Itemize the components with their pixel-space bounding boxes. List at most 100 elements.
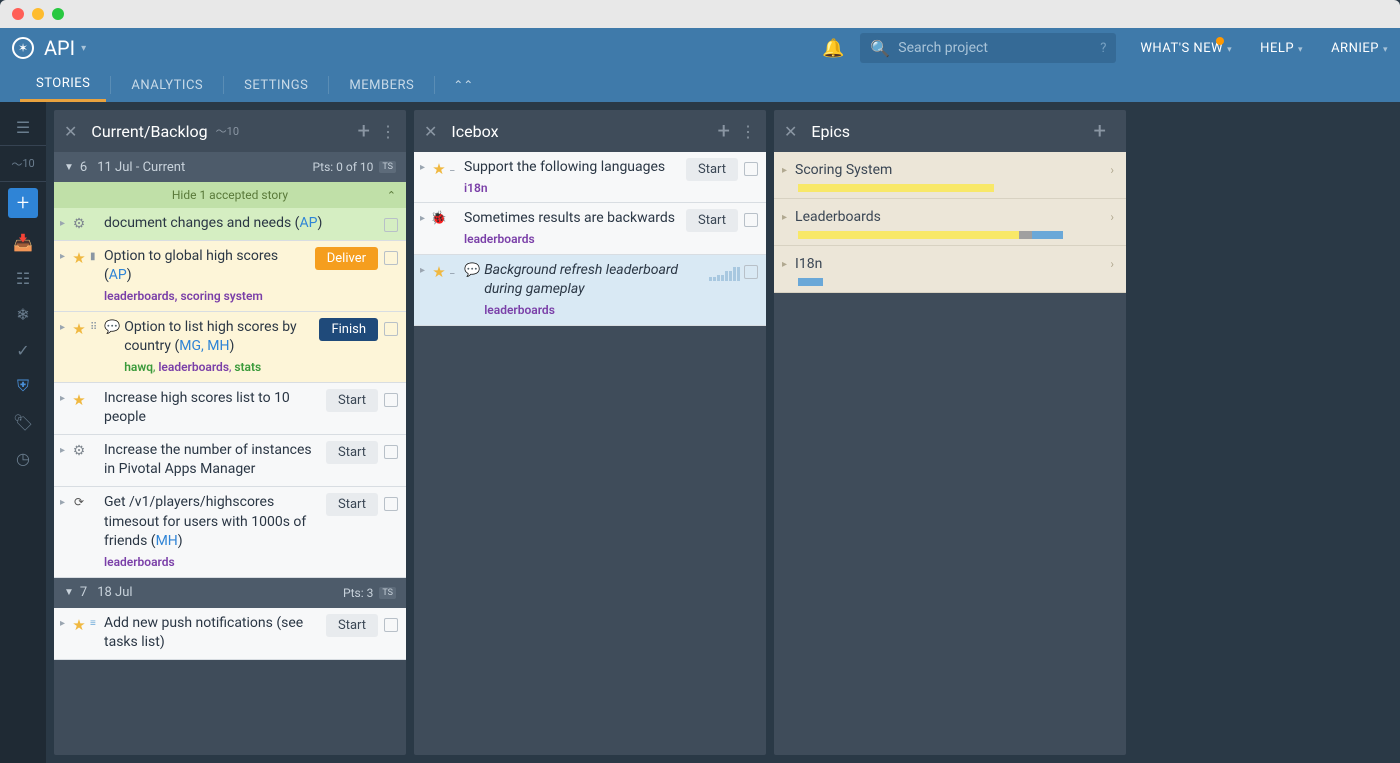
story-checkbox[interactable]	[744, 162, 758, 176]
owner-link[interactable]: AP	[109, 267, 127, 283]
story-checkbox[interactable]	[384, 322, 398, 336]
story-checkbox[interactable]	[744, 265, 758, 279]
iteration-header[interactable]: ▼ 7 18 Jul Pts: 3 TS	[54, 578, 406, 608]
label-link[interactable]: hawq	[124, 360, 153, 374]
owner-link[interactable]: MH	[156, 533, 178, 549]
owner-link[interactable]: MG, MH	[179, 338, 229, 354]
search-help-icon[interactable]: ?	[1100, 41, 1106, 56]
epic-row[interactable]: ▸ Leaderboards ›	[774, 199, 1126, 246]
story-row[interactable]: ▸ ⟳ Get /v1/players/highscores timesout …	[54, 487, 406, 578]
rail-list-icon[interactable]: ☷	[0, 260, 46, 296]
expand-panels-icon[interactable]: ⌃⌃	[439, 78, 487, 92]
panel-epics: ✕ Epics + ▸ Scoring System › ▸ Leaderbo	[774, 110, 1126, 755]
deliver-button[interactable]: Deliver	[315, 247, 378, 270]
app-logo-icon[interactable]: ✶	[12, 37, 34, 59]
panel-menu-icon[interactable]: ⋮	[740, 122, 756, 141]
whats-new-link[interactable]: WHAT'S NEW▾	[1140, 41, 1232, 56]
rail-menu-icon[interactable]: ☰	[0, 110, 46, 146]
story-row[interactable]: ▸ ★ Increase high scores list to 10 peop…	[54, 383, 406, 435]
close-window-icon[interactable]	[12, 8, 24, 20]
expand-icon[interactable]: ▸	[60, 389, 70, 404]
label-link[interactable]: leaderboards	[464, 232, 535, 246]
label-link[interactable]: leaderboards	[104, 555, 175, 569]
story-row[interactable]: ▸ 🐞 Sometimes results are backwards lead…	[414, 203, 766, 254]
expand-icon[interactable]: ▸	[420, 261, 430, 276]
panel-close-icon[interactable]: ✕	[784, 122, 797, 141]
story-checkbox[interactable]	[384, 618, 398, 632]
story-row[interactable]: ▸ ⚙ Increase the number of instances in …	[54, 435, 406, 487]
story-checkbox[interactable]	[384, 497, 398, 511]
expand-icon[interactable]: ▸	[60, 318, 70, 333]
story-row[interactable]: ▸ ★ ⠿ 💬 Option to list high scores by co…	[54, 312, 406, 383]
rail-shield-icon[interactable]: ⛨	[0, 368, 46, 404]
story-row[interactable]: ▸ ★ ▮ Option to global high scores (AP) …	[54, 241, 406, 312]
panel-close-icon[interactable]: ✕	[424, 122, 437, 141]
minimize-window-icon[interactable]	[32, 8, 44, 20]
rail-history-icon[interactable]: ◷	[0, 440, 46, 476]
project-dropdown-caret[interactable]: ▾	[81, 43, 86, 54]
story-row[interactable]: ▸ ★ _ 💬 Background refresh leaderboard d…	[414, 255, 766, 326]
panel-add-button[interactable]: +	[1094, 119, 1106, 144]
finish-button[interactable]: Finish	[319, 318, 378, 341]
story-checkbox[interactable]	[384, 251, 398, 265]
rail-done-icon[interactable]: ✓	[0, 332, 46, 368]
tab-settings[interactable]: SETTINGS	[228, 68, 324, 102]
label-link[interactable]: leaderboards	[158, 360, 229, 374]
start-button[interactable]: Start	[326, 389, 378, 412]
panel-menu-icon[interactable]: ⋮	[380, 122, 396, 141]
rail-add-button[interactable]: +	[8, 188, 38, 218]
story-row[interactable]: ▸ ★ ≡ Add new push notifications (see ta…	[54, 608, 406, 660]
expand-icon[interactable]: ▸	[60, 247, 70, 262]
start-button[interactable]: Start	[326, 614, 378, 637]
iteration-header[interactable]: ▼ 6 11 Jul - Current Pts: 0 of 10 TS	[54, 152, 406, 182]
owner-link[interactable]: AP	[299, 215, 317, 231]
tab-analytics[interactable]: ANALYTICS	[115, 68, 219, 102]
expand-icon[interactable]: ▸	[782, 165, 787, 176]
expand-icon[interactable]: ▸	[60, 441, 70, 456]
label-link[interactable]: leaderboards, scoring system	[104, 289, 263, 303]
story-checkbox[interactable]	[384, 218, 398, 232]
story-row[interactable]: ▸ ★ _ Support the following languages i1…	[414, 152, 766, 203]
rail-labels-icon[interactable]: 🏷	[0, 404, 46, 440]
expand-icon[interactable]: ▸	[782, 259, 787, 270]
maximize-window-icon[interactable]	[52, 8, 64, 20]
tab-members[interactable]: MEMBERS	[333, 68, 430, 102]
start-button[interactable]: Start	[686, 209, 738, 232]
search-box[interactable]: 🔍 ?	[860, 33, 1116, 63]
expand-icon[interactable]: ▸	[60, 614, 70, 629]
comments-icon[interactable]: 💬	[464, 261, 480, 278]
expand-icon[interactable]: ▸	[420, 209, 430, 224]
hide-accepted-toggle[interactable]: Hide 1 accepted story ⌃	[54, 182, 406, 208]
rail-velocity[interactable]: 〜10	[0, 146, 46, 182]
app-title: API	[44, 36, 75, 60]
expand-icon[interactable]: ▸	[60, 214, 70, 229]
epic-row[interactable]: ▸ I18n ›	[774, 246, 1126, 293]
start-button[interactable]: Start	[326, 441, 378, 464]
tab-stories[interactable]: STORIES	[20, 68, 106, 102]
expand-icon[interactable]: ▸	[420, 158, 430, 173]
panel-add-button[interactable]: +	[718, 119, 730, 144]
panel-title: Current/Backlog	[91, 122, 207, 141]
notifications-icon[interactable]: 🔔	[822, 38, 844, 59]
panel-close-icon[interactable]: ✕	[64, 122, 77, 141]
story-checkbox[interactable]	[384, 393, 398, 407]
comments-icon[interactable]: 💬	[104, 318, 120, 335]
story-row[interactable]: ▸ ⚙ document changes and needs (AP)	[54, 208, 406, 241]
label-link[interactable]: leaderboards	[484, 303, 555, 317]
story-checkbox[interactable]	[744, 213, 758, 227]
user-menu[interactable]: ARNIEP▾	[1331, 41, 1388, 56]
story-checkbox[interactable]	[384, 445, 398, 459]
search-input[interactable]	[898, 40, 1100, 56]
rail-snowflake-icon[interactable]: ❄	[0, 296, 46, 332]
label-link[interactable]: i18n	[464, 181, 488, 195]
help-link[interactable]: HELP▾	[1260, 41, 1303, 56]
estimate-selector[interactable]	[709, 261, 740, 281]
epic-row[interactable]: ▸ Scoring System ›	[774, 152, 1126, 199]
expand-icon[interactable]: ▸	[60, 493, 70, 508]
rail-mywork-icon[interactable]: 📥	[0, 224, 46, 260]
panel-add-button[interactable]: +	[358, 119, 370, 144]
expand-icon[interactable]: ▸	[782, 212, 787, 223]
start-button[interactable]: Start	[326, 493, 378, 516]
label-link[interactable]: stats	[234, 360, 261, 374]
start-button[interactable]: Start	[686, 158, 738, 181]
